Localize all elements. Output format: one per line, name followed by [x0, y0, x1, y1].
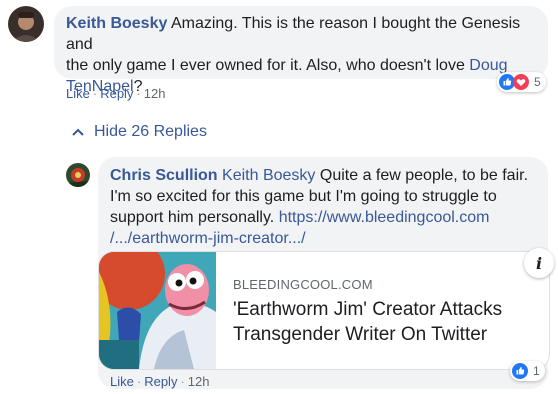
- love-icon: [513, 74, 529, 90]
- like-icon: [512, 363, 528, 379]
- reply-text: Chris Scullion Keith Boesky Quite a few …: [110, 167, 529, 247]
- reply-author[interactable]: Chris Scullion: [110, 167, 218, 184]
- like-link[interactable]: Like: [66, 86, 90, 101]
- link-preview-domain: BLEEDINGCOOL.COM: [233, 277, 373, 292]
- comment-text: Keith Boesky Amazing. This is the reason…: [66, 15, 521, 95]
- comment-author[interactable]: Keith Boesky: [66, 15, 167, 32]
- link-preview-card[interactable]: BLEEDINGCOOL.COM 'Earthworm Jim' Creator…: [98, 251, 550, 370]
- link-preview-title[interactable]: 'Earthworm Jim' Creator Attacks Transgen…: [233, 297, 533, 347]
- like-link[interactable]: Like: [110, 374, 134, 389]
- avatar-keith-boesky[interactable]: [8, 6, 44, 42]
- article-url-link[interactable]: /.../earthworm-jim-creator.../: [110, 230, 306, 247]
- comment-actions: Like · Reply · 12h: [66, 86, 166, 101]
- chevron-up-icon: [72, 128, 84, 136]
- hide-replies-button[interactable]: Hide 26 Replies: [72, 123, 207, 141]
- reactions-badge[interactable]: 5: [497, 72, 546, 92]
- reaction-count: 1: [533, 364, 540, 378]
- reply-actions: Like · Reply · 12h: [110, 374, 210, 389]
- avatar-chris-scullion[interactable]: [66, 163, 90, 187]
- reply-time[interactable]: 12h: [188, 374, 210, 389]
- mention-link[interactable]: Doug: [469, 57, 507, 74]
- article-url-link[interactable]: https://www.bleedingcool.com: [279, 209, 490, 226]
- info-icon[interactable]: i: [524, 248, 554, 278]
- reaction-count: 5: [534, 75, 541, 89]
- reply-link[interactable]: Reply: [144, 374, 177, 389]
- comment-time[interactable]: 12h: [144, 86, 166, 101]
- reactions-badge[interactable]: 1: [510, 361, 545, 381]
- mention-link[interactable]: Keith Boesky: [222, 167, 315, 184]
- link-preview-image[interactable]: [99, 252, 216, 369]
- reply-link[interactable]: Reply: [100, 86, 133, 101]
